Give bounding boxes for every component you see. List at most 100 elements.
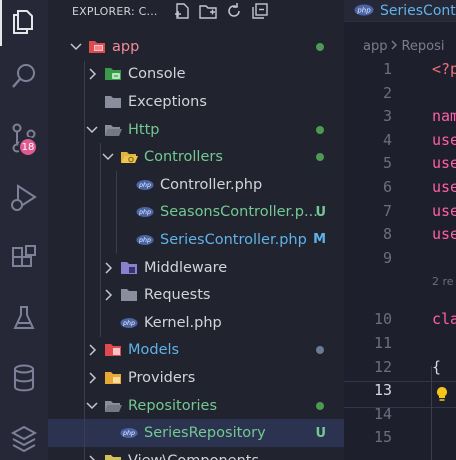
svg-text:php: php [138, 210, 151, 217]
chevron-right-icon[interactable] [84, 370, 100, 386]
tree-item-label: Http [128, 121, 160, 138]
editor-tab[interactable]: php SeriesCont [344, 0, 456, 22]
new-file-icon[interactable] [172, 1, 192, 21]
tree-item-label: Console [128, 66, 186, 83]
chevron-right-icon [390, 39, 398, 54]
explorer-header: EXPLORER: C... [48, 0, 344, 22]
php-file-icon: php [136, 232, 154, 248]
line-number: 11 [373, 334, 392, 352]
database-icon[interactable] [0, 350, 48, 406]
tree-item-label: Requests [144, 287, 211, 304]
chevron-down-icon[interactable] [84, 122, 100, 138]
tree-item-label: Kernel.php [144, 314, 222, 331]
breadcrumb-item[interactable]: app [363, 39, 387, 54]
new-folder-icon[interactable] [198, 1, 218, 21]
tree-item-http[interactable]: Http [48, 116, 344, 144]
chevron-down-icon[interactable] [100, 149, 116, 165]
chevron-down-icon[interactable] [84, 398, 100, 414]
controllers-folder-icon [120, 149, 138, 165]
tree-item-app[interactable]: app [48, 33, 344, 61]
layers-icon[interactable] [0, 410, 48, 460]
vscode-window: 18 EXPLORER: C... app Console Exceptions… [0, 0, 456, 460]
source-control-badge: 18 [18, 137, 38, 157]
line-number: 13 [373, 381, 392, 400]
tree-item-view-components[interactable]: View\Components [48, 447, 344, 460]
line-number: 1 [382, 60, 392, 78]
code-line: <?p [432, 60, 456, 78]
line-number: 14 [373, 404, 392, 423]
providers-folder-icon [104, 370, 122, 386]
tree-item-label: SeasonsController.p... [160, 204, 318, 221]
tree-item-providers[interactable]: Providers [48, 364, 344, 392]
php-file-icon: php [120, 315, 138, 331]
tree-item-label: View\Components [128, 453, 259, 460]
line-number: 6 [382, 178, 392, 196]
tab-label: SeriesCont [380, 2, 456, 19]
collapse-all-icon[interactable] [250, 1, 270, 21]
chevron-right-icon[interactable] [100, 260, 116, 276]
tree-item-exceptions[interactable]: Exceptions [48, 88, 344, 116]
middleware-folder-icon [120, 260, 138, 276]
tree-item-series-repository[interactable]: php SeriesRepository U [48, 419, 344, 447]
chevron-down-icon[interactable] [68, 39, 84, 55]
php-file-icon: php [136, 177, 154, 193]
tree-item-label: app [112, 38, 140, 55]
line-number: 5 [382, 154, 392, 173]
tree-item-models[interactable]: Models [48, 337, 344, 365]
tree-item-label: Repositories [128, 397, 218, 414]
refresh-icon[interactable] [224, 1, 244, 21]
line-number: 12 [373, 357, 392, 376]
lightbulb-icon[interactable] [436, 386, 448, 406]
git-status-dot [316, 42, 324, 51]
tree-item-seasons-controller[interactable]: php SeasonsController.p... U [48, 199, 344, 227]
folder-icon [120, 287, 138, 303]
folder-icon [104, 94, 122, 110]
folder-open-icon [104, 122, 122, 138]
git-status-badge: M [313, 232, 326, 248]
tree-item-console[interactable]: Console [48, 61, 344, 89]
explorer-icon[interactable] [0, 0, 48, 50]
extensions-icon[interactable] [0, 230, 48, 286]
tree-item-controller-php[interactable]: php Controller.php [48, 171, 344, 199]
php-file-icon: php [354, 1, 374, 20]
git-status-dot [316, 153, 324, 162]
app-folder-icon [88, 39, 106, 55]
chevron-right-icon[interactable] [84, 453, 100, 460]
tree-item-requests[interactable]: Requests [48, 281, 344, 309]
tree-item-label: Controllers [144, 149, 223, 166]
run-debug-icon[interactable] [0, 170, 48, 226]
tree-item-kernel-php[interactable]: php Kernel.php [48, 309, 344, 337]
tree-item-controllers[interactable]: Controllers [48, 143, 344, 171]
breadcrumb-item[interactable]: Reposi [401, 39, 444, 54]
codelens-references[interactable]: 2 re [432, 275, 454, 288]
git-status-dot [316, 346, 324, 355]
testing-icon[interactable] [0, 290, 48, 346]
tree-item-middleware[interactable]: Middleware [48, 254, 344, 282]
git-status-dot [316, 401, 324, 410]
chevron-right-icon[interactable] [84, 342, 100, 358]
indent-guide [431, 366, 432, 460]
activity-bar: 18 [0, 0, 48, 460]
line-number: 8 [382, 225, 392, 244]
search-icon[interactable] [0, 48, 48, 104]
line-number: 15 [373, 428, 392, 447]
git-status-dot [316, 125, 324, 134]
line-number: 3 [382, 107, 392, 126]
php-file-icon: php [120, 425, 138, 441]
tree-item-label: Middleware [144, 259, 228, 276]
tree-item-series-controller[interactable]: php SeriesController.php M [48, 226, 344, 254]
tree-item-label: Exceptions [128, 93, 207, 110]
folder-open-icon [104, 398, 122, 414]
code-line: use [432, 154, 456, 173]
tree-item-repositories[interactable]: Repositories [48, 392, 344, 420]
code-line: use [432, 130, 456, 149]
chevron-right-icon[interactable] [84, 66, 100, 82]
chevron-right-icon[interactable] [100, 287, 116, 303]
code-line: cla [432, 310, 456, 329]
view-folder-icon [104, 453, 122, 460]
code-line: use [432, 201, 456, 220]
tree-item-label: Providers [128, 369, 196, 386]
